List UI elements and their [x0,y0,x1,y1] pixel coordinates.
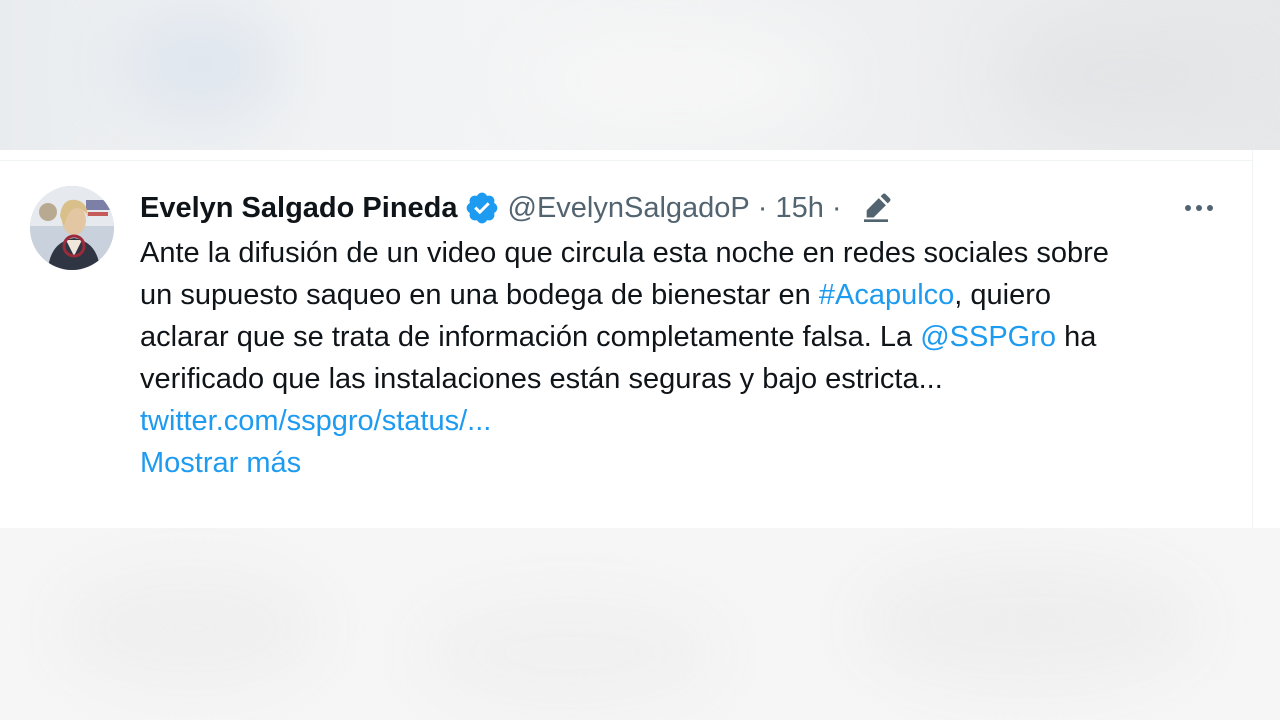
hashtag-link[interactable]: #Acapulco [819,279,954,311]
author-handle[interactable]: @EvelynSalgadoP [508,188,750,228]
tweet-header: Evelyn Salgado Pineda @EvelynSalgadoP · … [140,188,892,228]
tweet-text-line: verificado que las instalaciones están s… [140,363,943,395]
show-more-link[interactable]: Mostrar más [140,442,301,484]
separator-dot: · [757,192,768,224]
mention-link[interactable]: @SSPGro [920,321,1056,353]
author-name[interactable]: Evelyn Salgado Pineda [140,188,458,228]
status-url-link[interactable]: twitter.com/sspgro/status/... [140,400,1230,442]
more-options-icon[interactable] [1180,190,1218,226]
verified-badge-icon[interactable] [464,190,500,226]
text-fragment: un supuesto saqueo en una bodega de bien… [140,279,819,311]
text-fragment: ha [1056,321,1097,353]
background-blur-bottom [0,528,1280,720]
divider [0,160,1252,161]
tweet-text-line: aclarar que se trata de información comp… [140,316,1230,358]
tweet-card[interactable]: Evelyn Salgado Pineda @EvelynSalgadoP · … [0,150,1253,528]
background-blur-top [0,0,1280,150]
text-fragment: , quiero [954,279,1052,311]
separator-dot: · [831,192,842,224]
tweet-text-line: un supuesto saqueo en una bodega de bien… [140,274,1230,316]
edited-pencil-icon[interactable] [860,192,892,224]
tweet-text-line: Ante la difusión de un video que circula… [140,237,1109,269]
tweet-text: Ante la difusión de un video que circula… [140,232,1230,442]
tweet-timestamp[interactable]: 15h [775,188,823,228]
avatar-image [30,186,114,270]
avatar[interactable] [30,186,114,270]
text-fragment: aclarar que se trata de información comp… [140,321,921,353]
